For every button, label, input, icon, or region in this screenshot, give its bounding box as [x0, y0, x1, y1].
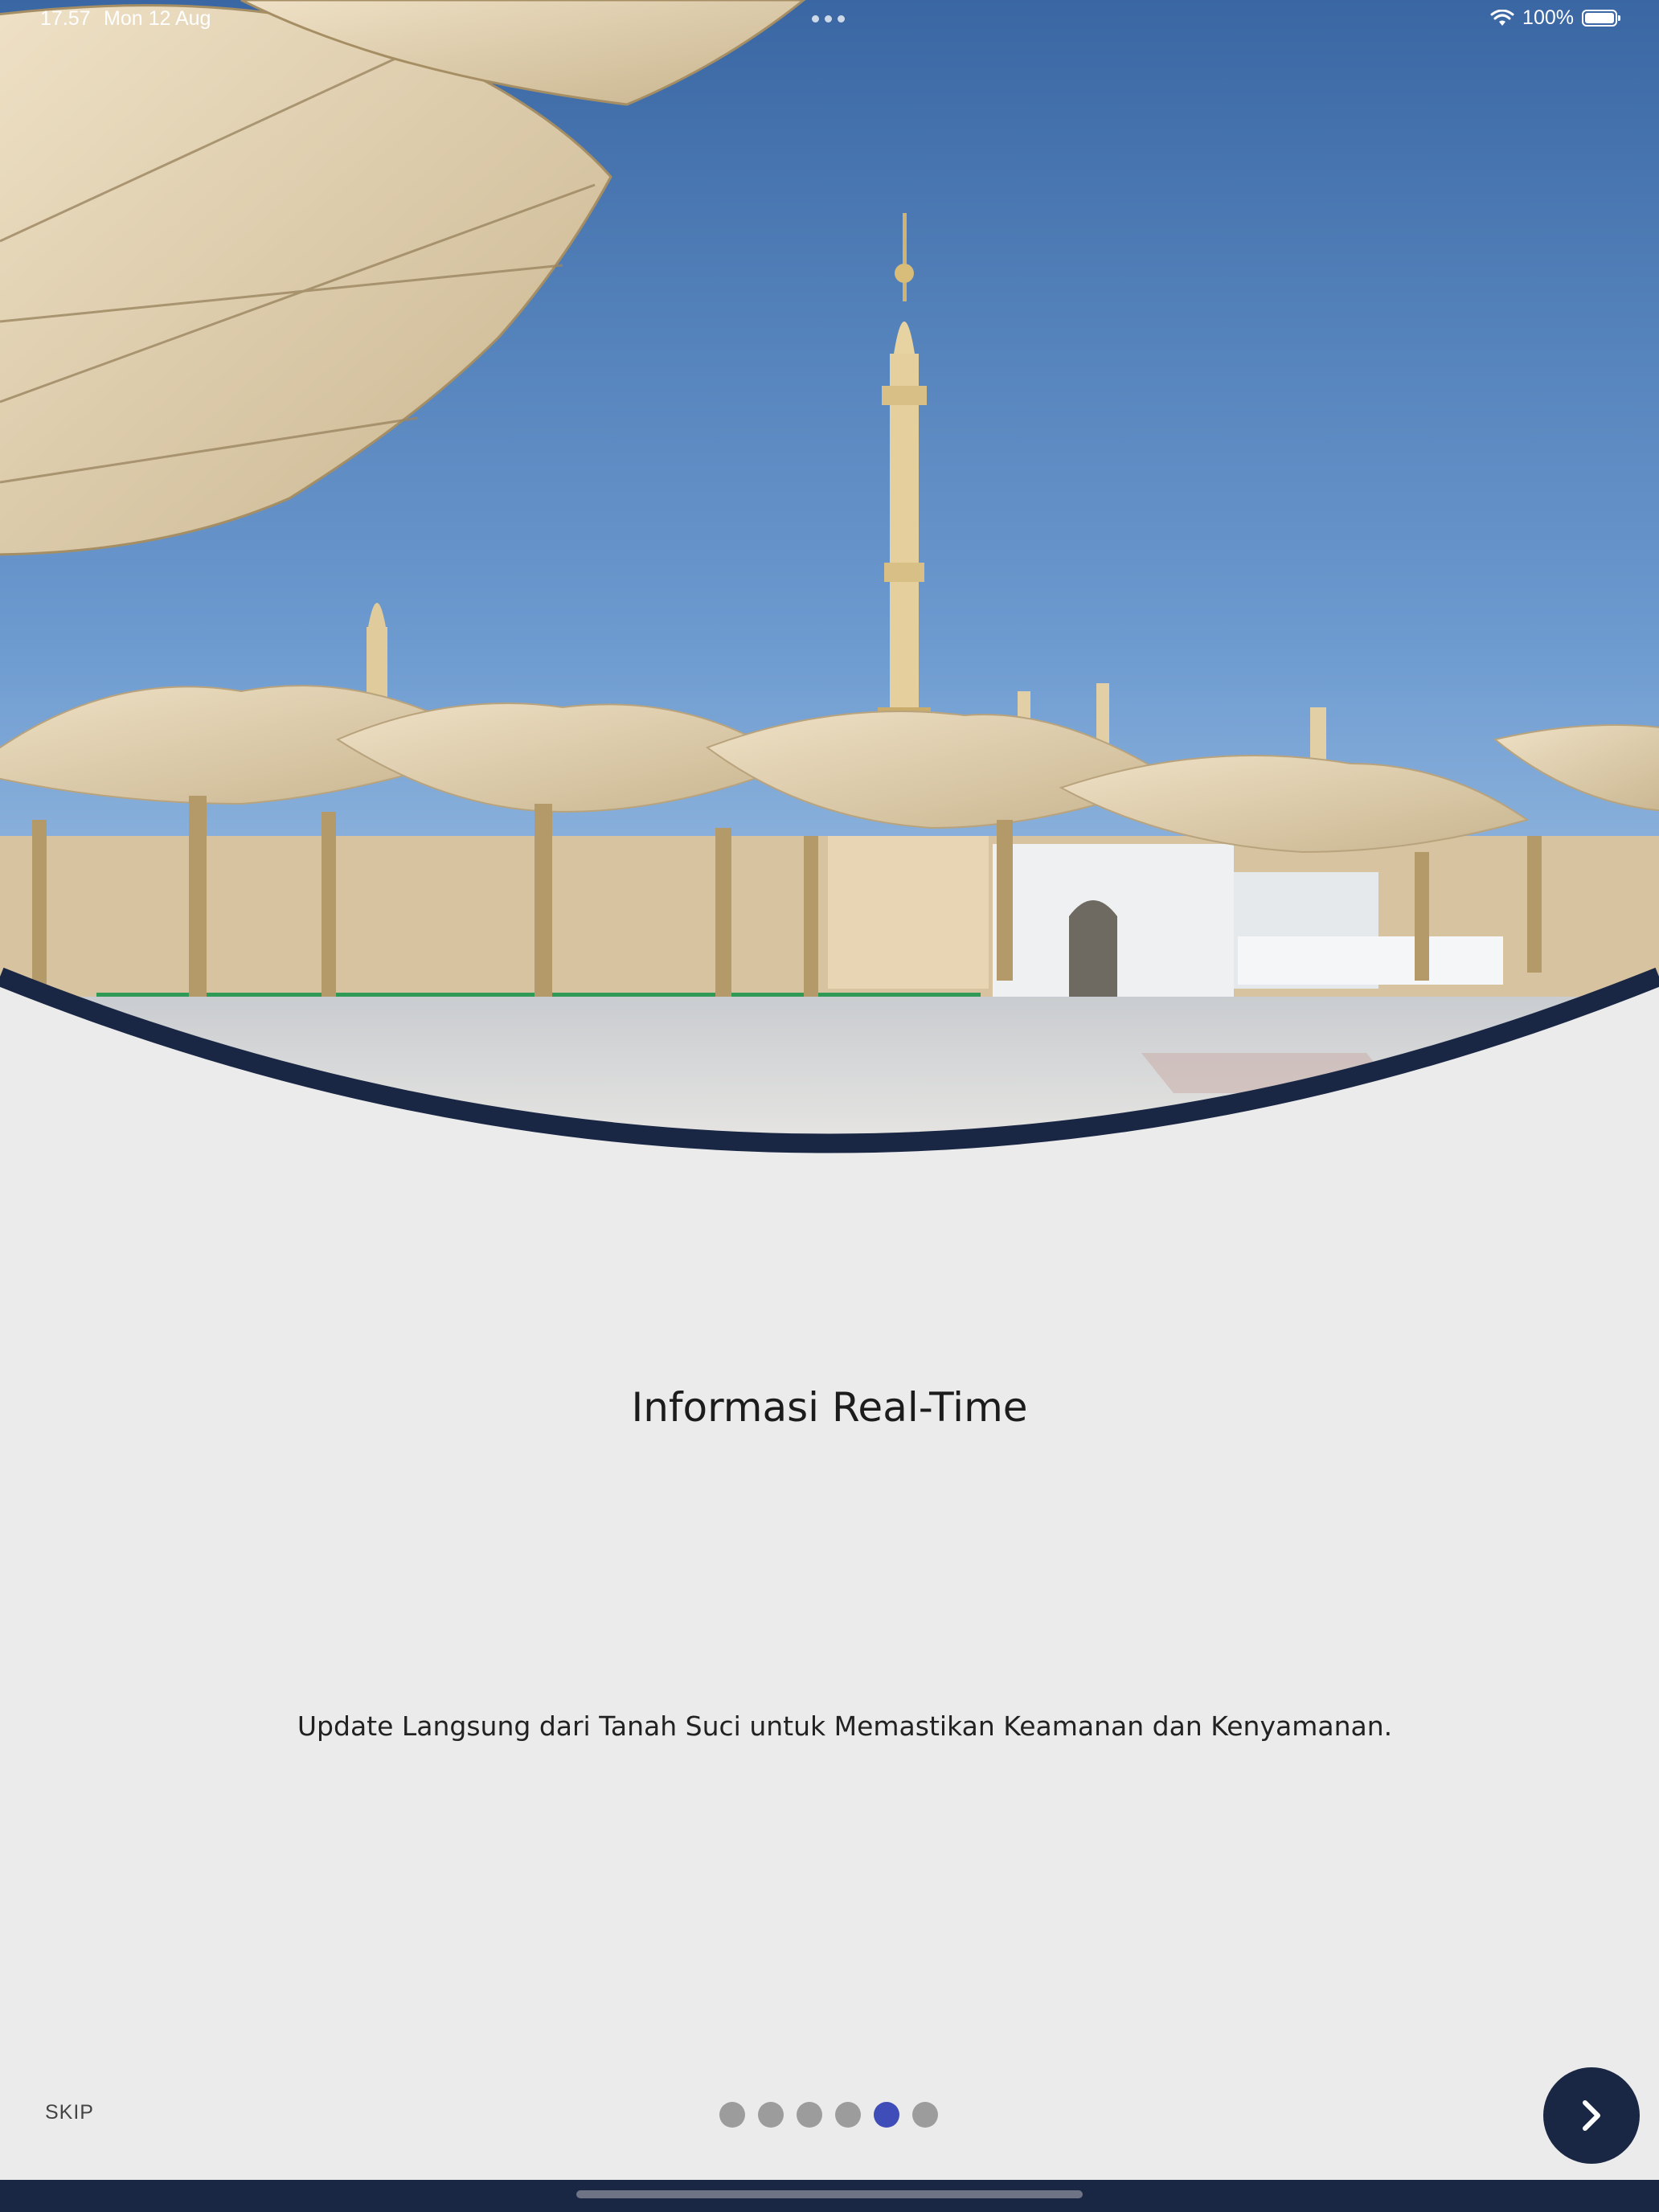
status-date: Mon 12 Aug	[104, 7, 211, 30]
next-button[interactable]	[1543, 2067, 1640, 2164]
status-right: 100%	[1490, 6, 1620, 30]
skip-button[interactable]: SKIP	[45, 2101, 94, 2124]
page-dot[interactable]	[797, 2102, 822, 2128]
onboarding-screen: 17.57 Mon 12 Aug 100% Informasi Real-Tim…	[0, 0, 1659, 2212]
page-dot[interactable]	[912, 2102, 938, 2128]
page-dot-active[interactable]	[874, 2102, 899, 2128]
onboarding-description: Update Langsung dari Tanah Suci untuk Me…	[297, 1710, 1393, 1742]
chevron-right-icon	[1583, 2100, 1600, 2131]
status-time: 17.57	[40, 7, 91, 30]
battery-icon	[1582, 10, 1620, 27]
battery-percentage: 100%	[1522, 6, 1574, 29]
page-dot[interactable]	[835, 2102, 861, 2128]
status-bar: 17.57 Mon 12 Aug 100%	[0, 0, 1659, 39]
wifi-icon	[1490, 9, 1514, 26]
home-indicator[interactable]	[576, 2190, 1083, 2198]
hero-image	[0, 0, 1659, 1153]
onboarding-title: Informasi Real-Time	[631, 1384, 1028, 1431]
multitasking-dots-icon[interactable]	[812, 15, 845, 23]
page-dot[interactable]	[719, 2102, 745, 2128]
page-dot[interactable]	[758, 2102, 784, 2128]
page-indicator	[719, 2102, 938, 2128]
